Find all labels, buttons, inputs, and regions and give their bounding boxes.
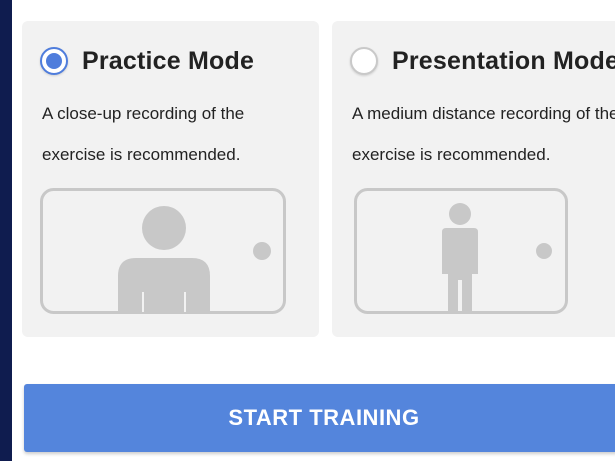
start-training-button[interactable]: START TRAINING — [24, 384, 615, 452]
practice-mode-radio[interactable] — [40, 47, 68, 75]
practice-mode-header[interactable]: Practice Mode — [40, 43, 254, 79]
presentation-mode-description: A medium distance recording of the exerc… — [352, 104, 615, 164]
practice-mode-card[interactable]: Practice Mode A close-up recording of th… — [22, 21, 319, 337]
presentation-mode-header[interactable]: Presentation Mode — [350, 43, 615, 79]
presentation-mode-title: Presentation Mode — [392, 46, 615, 75]
app-frame: Practice Mode A close-up recording of th… — [0, 0, 615, 461]
practice-mode-description: A close-up recording of the exercise is … — [42, 104, 245, 164]
mode-selection-panel: Practice Mode A close-up recording of th… — [12, 0, 615, 461]
presentation-mode-card[interactable]: Presentation Mode A medium distance reco… — [332, 21, 615, 337]
close-up-person-icon — [40, 188, 286, 314]
practice-mode-title: Practice Mode — [82, 46, 255, 75]
full-body-person-icon — [354, 188, 568, 314]
radio-selected-dot — [46, 53, 62, 69]
presentation-mode-radio[interactable] — [350, 47, 378, 75]
